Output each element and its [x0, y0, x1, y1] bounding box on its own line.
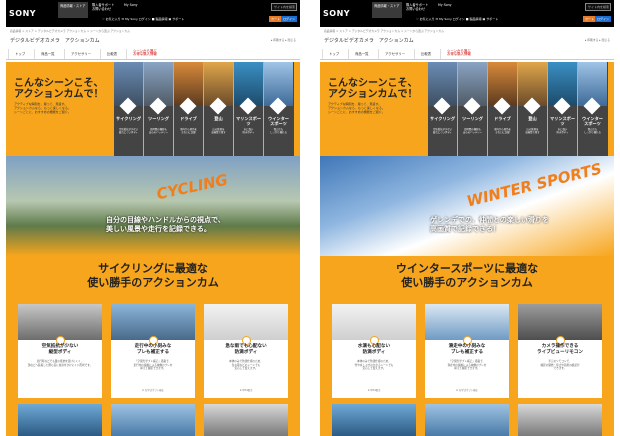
section-title: サイクリングに最適な 使い勝手のアクションカム	[87, 262, 219, 289]
banner-photo	[6, 156, 300, 256]
print-links[interactable]: ▸ 印刷する ▸ 閉じる	[585, 38, 610, 42]
feature-image	[204, 304, 288, 340]
scene-tile-touring[interactable]: ツーリング 長時間の撮影も 安心のバッテリー	[144, 62, 173, 156]
scene-tile-winter[interactable]: ウインター スポーツ 雪山でも しっかり撮れる	[264, 62, 294, 156]
scene-banner: WINTER SPORTS ゲレンデでの、仲間との楽しい滑りを 高画質で記録でき…	[320, 156, 614, 256]
sub-navigation: トップ 商品一覧 アクセサリー 比較表 シーンから選ぶ お得な購入情報	[320, 47, 614, 60]
tab-compare[interactable]: 比較表	[414, 49, 437, 59]
bottom-photo-3	[518, 404, 602, 436]
page-right: SONY 商品情報・ストア 購入者サポート お問い合わせ My Sony ♡ お…	[320, 0, 614, 436]
breadcrumb[interactable]: 商品情報 > ストア > デジタルビデオカメラ アクションカム > シーンから選…	[324, 29, 444, 33]
feature-card-3: カメラ操作できる ライブビューリモコン 手元のリモコンで、 撮影の開始・停止や画…	[518, 304, 602, 398]
hero-title: こんなシーンこそ、 アクションカムで！	[14, 78, 104, 100]
tab-scenes[interactable]: シーンから選ぶ お得な購入情報	[126, 49, 163, 59]
hero-section: こんなシーンこそ、 アクションカムで！ アクティブな瞬間を、撮って、見返す。 ア…	[6, 62, 300, 156]
bottom-photo-1	[332, 404, 416, 436]
login-button[interactable]: ログイン	[594, 16, 611, 22]
feature-image	[18, 304, 102, 340]
hero-body: アクティブな瞬間を、撮って、見返す。 アクションカムなら、もっと楽しくなる。 シ…	[14, 102, 71, 114]
scene-banner: CYCLING 自分の目線やハンドルからの視点で、 美しい風景や走行を記録できる…	[6, 156, 300, 256]
tab-top[interactable]: トップ	[8, 49, 31, 59]
print-links[interactable]: ▸ 印刷する ▸ 閉じる	[271, 38, 296, 42]
page-title: デジタルビデオカメラ アクションカム	[10, 38, 100, 44]
page-left: SONY 商品情報・ストア 購入者サポート お問い合わせ My Sony ♡ お…	[6, 0, 300, 436]
tab-compare[interactable]: 比較表	[100, 49, 123, 59]
feature-card-1: 水滴も心配ない 防滴ボディ 本体のみで防滴仕様のため、 雪や水しぶきのかかるシー…	[332, 304, 416, 398]
tab-accessories[interactable]: アクセサリー	[378, 49, 411, 59]
nav-support[interactable]: 購入者サポート お問い合わせ	[406, 3, 428, 11]
nav-my-sony[interactable]: My Sony	[124, 3, 138, 7]
feature-card-3: 急な雨でも心配ない 防滴ボディ 本体のみで防滴仕様のため、 急な雨などのシーンで…	[204, 304, 288, 398]
scene-tile-mountain[interactable]: 登山 山の絶景を 高画質で残す	[518, 62, 547, 156]
features-section: サイクリングに最適な 使い勝手のアクションカム 空気抵抗が少ない 縦型ボディ 走…	[6, 256, 300, 436]
global-header: SONY 商品情報・ストア 購入者サポート お問い合わせ My Sony ♡ お…	[320, 0, 614, 27]
bottom-photo-2	[111, 404, 195, 436]
nav-my-sony[interactable]: My Sony	[438, 3, 452, 7]
scene-tile-winter[interactable]: ウインター スポーツ 雪山でも しっかり撮れる	[578, 62, 608, 156]
hero-body: アクティブな瞬間を、撮って、見返す。 アクションカムなら、もっと楽しくなる。 シ…	[328, 102, 385, 114]
nav-support[interactable]: 購入者サポート お問い合わせ	[92, 3, 114, 11]
nav-products-store[interactable]: 商品情報・ストア	[372, 2, 402, 18]
search-input[interactable]: サイト内を検索	[271, 3, 297, 11]
feature-image	[518, 304, 602, 340]
banner-caption: ゲレンデでの、仲間との楽しい滑りを 高画質で記録できる！	[430, 216, 549, 233]
utility-links[interactable]: ♡ お気に入り ✉ My Sony ログイン ■ 製品情報 ▣ サポート	[102, 17, 184, 21]
scene-tile-marine[interactable]: マリンスポーツ 水に強い 防水ボディ	[234, 62, 263, 156]
tab-top[interactable]: トップ	[322, 49, 345, 59]
tab-accessories[interactable]: アクセサリー	[64, 49, 97, 59]
nav-products-store[interactable]: 商品情報・ストア	[58, 2, 88, 18]
sony-logo[interactable]: SONY	[9, 9, 36, 18]
breadcrumb[interactable]: 商品情報 > ストア > デジタルビデオカメラ アクションカム > シーンから選…	[10, 29, 130, 33]
features-section: ウインタースポーツに最適な 使い勝手のアクションカム 水滴も心配ない 防滴ボディ…	[320, 256, 614, 436]
feature-card-2: 滑走中の小刻みな ブレも補正する 「空間光学ブレ補正」搭載で、 滑走中の振動によ…	[425, 304, 509, 398]
section-title: ウインタースポーツに最適な 使い勝手のアクションカム	[395, 262, 539, 289]
tab-products[interactable]: 商品一覧	[34, 49, 61, 59]
login-button[interactable]: ログイン	[280, 16, 297, 22]
global-header: SONY 商品情報・ストア 購入者サポート お問い合わせ My Sony ♡ お…	[6, 0, 300, 27]
feature-card-1: 空気抵抗が少ない 縦型ボディ 走行時などでも風の抵抗を受けにくく、 頭などへ装着…	[18, 304, 102, 398]
sony-logo[interactable]: SONY	[323, 9, 350, 18]
scene-tile-marine[interactable]: マリンスポーツ 水に強い 防水ボディ	[548, 62, 577, 156]
feature-card-2: 走行中の小刻みな ブレも補正する 「空間光学ブレ補正」搭載で、 走行中の振動によ…	[111, 304, 195, 398]
utility-links[interactable]: ♡ お気に入り ✉ My Sony ログイン ■ 製品情報 ▣ サポート	[416, 17, 498, 21]
scene-tile-touring[interactable]: ツーリング 長時間の撮影も 安心のバッテリー	[458, 62, 487, 156]
tab-scenes[interactable]: シーンから選ぶ お得な購入情報	[440, 49, 477, 59]
scene-tile-cycling[interactable]: サイクリング 空気抵抗が少ない 疲れにくいボディ	[114, 62, 143, 156]
scene-tile-mountain[interactable]: 登山 山の絶景を 高画質で残す	[204, 62, 233, 156]
search-input[interactable]: サイト内を検索	[585, 3, 611, 11]
tab-products[interactable]: 商品一覧	[348, 49, 375, 59]
banner-caption: 自分の目線やハンドルからの視点で、 美しい風景や走行を記録できる。	[106, 216, 225, 233]
bottom-photo-3	[204, 404, 288, 436]
scene-tile-cycling[interactable]: サイクリング 空気抵抗が少ない 疲れにくいボディ	[428, 62, 457, 156]
hero-section: こんなシーンこそ、 アクションカムで！ アクティブな瞬間を、撮って、見返す。 ア…	[320, 62, 614, 156]
bottom-photo-2	[425, 404, 509, 436]
feature-image	[332, 304, 416, 340]
hero-title: こんなシーンこそ、 アクションカムで！	[328, 78, 418, 100]
scene-tile-drive[interactable]: ドライブ 車内から景色を きれいに記録	[488, 62, 517, 156]
page-title: デジタルビデオカメラ アクションカム	[324, 38, 414, 44]
sub-navigation: トップ 商品一覧 アクセサリー 比較表 シーンから選ぶ お得な購入情報	[6, 47, 300, 60]
bottom-photo-1	[18, 404, 102, 436]
feature-image	[425, 304, 509, 340]
scene-tile-drive[interactable]: ドライブ 車内から景色を きれいに記録	[174, 62, 203, 156]
feature-image	[111, 304, 195, 340]
